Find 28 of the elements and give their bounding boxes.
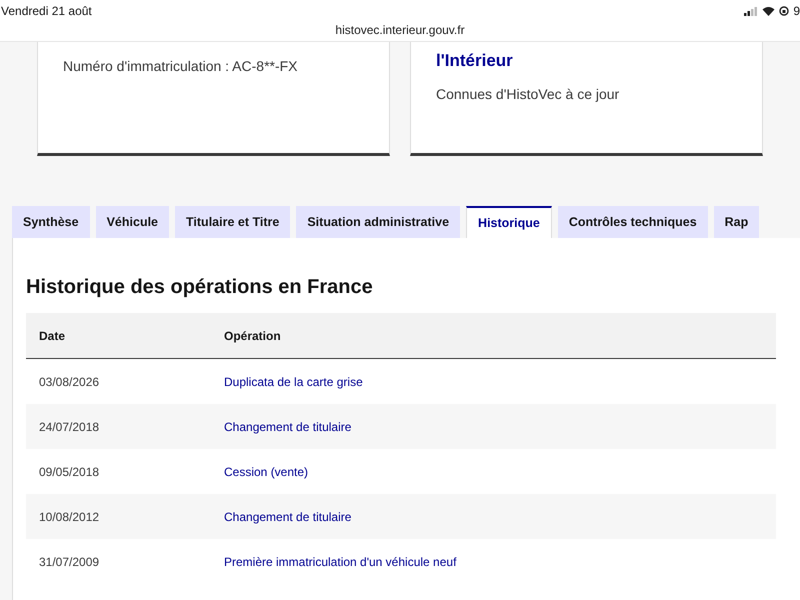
date-cell-text: 10/08/2012: [38, 510, 100, 524]
date-cell-text: 24/07/2018: [38, 420, 100, 434]
tab[interactable]: Situation administrative: [296, 206, 460, 238]
card-title: l'Intérieur: [436, 50, 514, 72]
url-text[interactable]: histovec.interieur.gouv.fr: [0, 22, 800, 38]
operation-link[interactable]: Duplicata de la carte grise: [224, 374, 363, 388]
tab[interactable]: Synthèse: [12, 206, 90, 238]
status-date: Vendredi 21 août: [1, 4, 92, 18]
column-header: Date: [38, 328, 66, 342]
column-header: Opération: [224, 328, 281, 342]
signal-icon: [744, 6, 758, 16]
card-text: Connues d'HistoVec à ce jour: [436, 86, 620, 102]
date-cell-text: 09/05/2018: [38, 464, 100, 478]
operation-link[interactable]: Première immatriculation d'un véhicule neuf: [224, 554, 456, 568]
operation-link[interactable]: Changement de titulaire: [224, 420, 352, 434]
tab[interactable]: Historique: [466, 206, 552, 238]
operation-link[interactable]: Changement de titulaire: [224, 510, 352, 524]
card-text: Numéro d'immatriculation : AC-8**-FX: [63, 58, 299, 74]
tab[interactable]: Véhicule: [96, 206, 170, 238]
date-cell-text: 03/08/2026: [38, 374, 100, 388]
status-time: 9: [793, 4, 800, 18]
wifi-icon: [762, 6, 776, 16]
operation-link[interactable]: Cession (vente): [224, 464, 308, 478]
section-title: Historique des opérations en France: [26, 276, 374, 299]
tab[interactable]: Contrôles techniques: [558, 206, 708, 238]
tab[interactable]: Titulaire et Titre: [175, 206, 290, 238]
date-cell-text: 31/07/2009: [38, 554, 100, 568]
tab[interactable]: Rap: [714, 206, 760, 238]
